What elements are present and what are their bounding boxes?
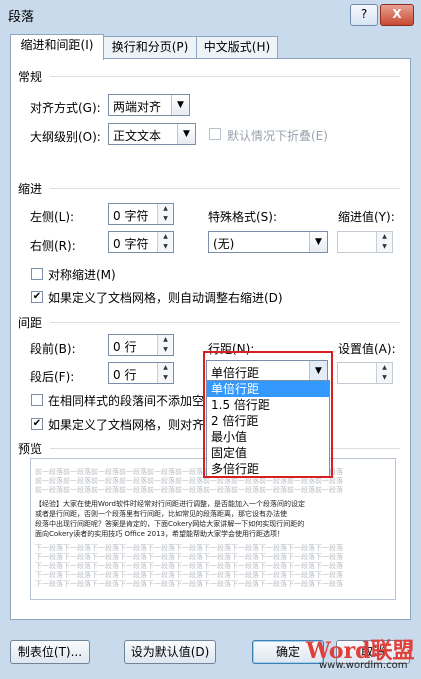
collapse-label: 默认情况下折叠(E) <box>227 129 328 143</box>
divider <box>50 188 400 189</box>
indent-by-label: 缩进值(Y): <box>338 210 395 224</box>
indent-left-label: 左侧(L): <box>30 210 75 224</box>
spin-down-icon[interactable]: ▼ <box>377 242 392 252</box>
spin-down-icon[interactable]: ▼ <box>158 345 173 355</box>
indent-right-value: 0 字符 <box>113 237 149 251</box>
tabs-button[interactable]: 制表位(T)... <box>10 640 90 664</box>
spin-down-icon[interactable]: ▼ <box>158 242 173 252</box>
space-after-value: 0 行 <box>113 368 137 382</box>
preview-sample-line: 面向Cokery读者的实用技巧 Office 2013，希望能帮助大家学会使用行… <box>35 530 284 538</box>
auto-adjust-checkbox[interactable]: ✔ <box>31 291 43 303</box>
help-button[interactable]: ? <box>350 4 378 26</box>
collapse-checkbox[interactable] <box>209 128 221 140</box>
alignment-value: 两端对齐 <box>113 100 162 114</box>
chevron-down-icon: ▼ <box>309 232 327 252</box>
section-preview: 预览 <box>18 442 43 456</box>
outline-level-value: 正文文本 <box>113 129 162 143</box>
indent-right-label: 右侧(R): <box>30 239 76 253</box>
alignment-select[interactable]: 两端对齐 ▼ <box>108 94 190 116</box>
space-before-value: 0 行 <box>113 340 137 354</box>
chevron-down-icon: ▼ <box>171 95 189 115</box>
preview-next-line: 下一段落下一段落下一段落下一段落下一段落下一段落下一段落下一段落下一段落下一段落… <box>35 580 343 588</box>
mirror-indents-label: 对称缩进(M) <box>48 268 116 282</box>
mirror-indents-checkbox[interactable] <box>31 268 43 280</box>
tab-line-page-breaks[interactable]: 换行和分页(P) <box>103 36 197 59</box>
auto-adjust-label: 如果定义了文档网格，则自动调整右缩进(D) <box>48 291 283 305</box>
indent-right-spinner[interactable]: 0 字符 ▲ ▼ <box>108 231 174 253</box>
close-button[interactable]: X <box>380 4 414 26</box>
preview-sample-line: 【经验】大家在使用Word软件时经常对行间距进行调整，是否能加入一个段落间的设定 <box>35 500 305 508</box>
outline-level-label: 大纲级别(O): <box>30 130 101 144</box>
set-default-button[interactable]: 设为默认值(D) <box>124 640 216 664</box>
special-indent-value: (无) <box>213 237 235 251</box>
section-indent: 缩进 <box>18 182 43 196</box>
preview-sample-line: 或者是行间距，否则一个段落里有行间距，比如常见的段落距离，那它设有办法使 <box>35 510 287 518</box>
chevron-down-icon: ▼ <box>177 124 195 144</box>
divider <box>50 322 400 323</box>
indent-by-spinner[interactable]: ▲ ▼ <box>337 231 393 253</box>
special-indent-label: 特殊格式(S): <box>208 210 278 224</box>
watermark-url: www.wordlm.com <box>319 660 408 671</box>
snap-to-grid-checkbox[interactable]: ✔ <box>31 418 43 430</box>
spacing-at-label: 设置值(A): <box>338 342 396 356</box>
special-indent-select[interactable]: (无) ▼ <box>208 231 328 253</box>
space-after-label: 段后(F): <box>30 370 75 384</box>
snap-to-grid-label: 如果定义了文档网格，则对齐 <box>48 418 205 432</box>
divider <box>50 76 400 77</box>
space-after-spinner[interactable]: 0 行 ▲ ▼ <box>108 362 174 384</box>
outline-level-select[interactable]: 正文文本 ▼ <box>108 123 196 145</box>
alignment-label: 对齐方式(G): <box>30 101 101 115</box>
indent-left-value: 0 字符 <box>113 209 149 223</box>
spacing-at-spinner[interactable]: ▲ ▼ <box>337 362 393 384</box>
section-spacing: 间距 <box>18 316 43 330</box>
no-space-same-style-checkbox[interactable] <box>31 394 43 406</box>
preview-box: 前一段落前一段落前一段落前一段落前一段落前一段落前一段落前一段落前一段落前一段落… <box>30 458 396 600</box>
indent-left-spinner[interactable]: 0 字符 ▲ ▼ <box>108 203 174 225</box>
tab-asian-typography[interactable]: 中文版式(H) <box>196 36 278 59</box>
space-before-label: 段前(B): <box>30 342 76 356</box>
highlight-box <box>203 351 333 478</box>
section-general: 常规 <box>18 70 43 84</box>
preview-prev-line: 前一段落前一段落前一段落前一段落前一段落前一段落前一段落前一段落前一段落前一段落… <box>35 486 343 494</box>
space-before-spinner[interactable]: 0 行 ▲ ▼ <box>108 334 174 356</box>
spin-down-icon[interactable]: ▼ <box>377 373 392 383</box>
window-title: 段落 <box>8 10 35 25</box>
spin-down-icon[interactable]: ▼ <box>158 214 173 224</box>
preview-sample-line: 段落中出现行间距呢？答案是肯定的，下面Cokery网给大家讲解一下如何实现行间距… <box>35 520 305 528</box>
no-space-same-style-label: 在相同样式的段落间不添加空 <box>48 394 205 408</box>
tab-indent-spacing[interactable]: 缩进和间距(I) <box>10 34 104 60</box>
spin-down-icon[interactable]: ▼ <box>158 373 173 383</box>
